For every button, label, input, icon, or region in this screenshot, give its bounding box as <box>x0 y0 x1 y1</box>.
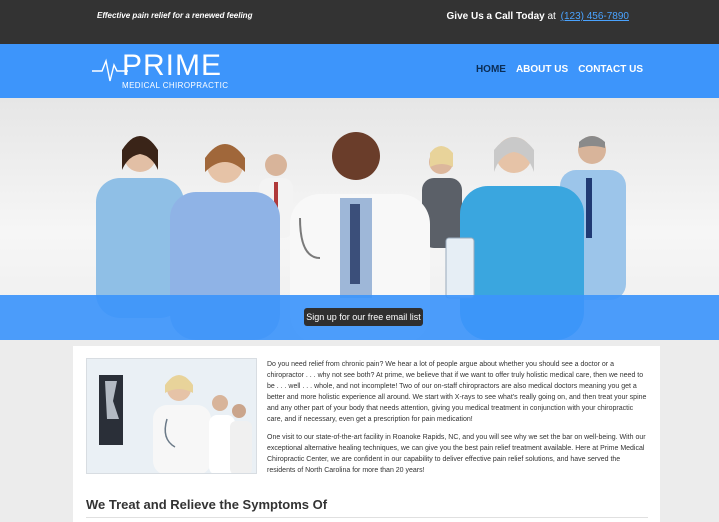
intro-paragraph-1: Do you need relief from chronic pain? We… <box>267 361 647 423</box>
nav-about-us[interactable]: ABOUT US <box>516 64 568 75</box>
brand-logo[interactable]: PRIME MEDICAL CHIROPRACTIC <box>92 49 232 93</box>
main-navbar: PRIME MEDICAL CHIROPRACTIC HOME ABOUT US… <box>0 44 719 98</box>
phone-link[interactable]: (123) 456-7890 <box>561 11 629 22</box>
email-signup-button[interactable]: Sign up for our free email list <box>304 308 423 326</box>
symptoms-heading: We Treat and Relieve the Symptoms Of <box>86 497 328 512</box>
brand-name: PRIME <box>122 49 223 82</box>
brand-subtitle: MEDICAL CHIROPRACTIC <box>122 81 229 90</box>
content-card: Do you need relief from chronic pain? We… <box>73 346 660 522</box>
xray-doctor-image <box>86 358 257 474</box>
tagline: Effective pain relief for a renewed feel… <box>97 11 253 20</box>
section-divider <box>86 517 648 518</box>
main-nav: HOME ABOUT US CONTACT US <box>476 64 643 75</box>
call-label: Give Us a Call Today <box>446 11 545 22</box>
nav-contact-us[interactable]: CONTACT US <box>578 64 643 75</box>
intro-paragraph-2: One visit to our state-of-the-art facili… <box>267 434 646 474</box>
top-bar: Effective pain relief for a renewed feel… <box>0 0 719 44</box>
hero-banner: Sign up for our free email list <box>0 98 719 340</box>
nav-home[interactable]: HOME <box>476 64 506 75</box>
call-us-text: Give Us a Call Today at (123) 456-7890 <box>447 11 629 22</box>
call-at: at <box>547 11 556 22</box>
